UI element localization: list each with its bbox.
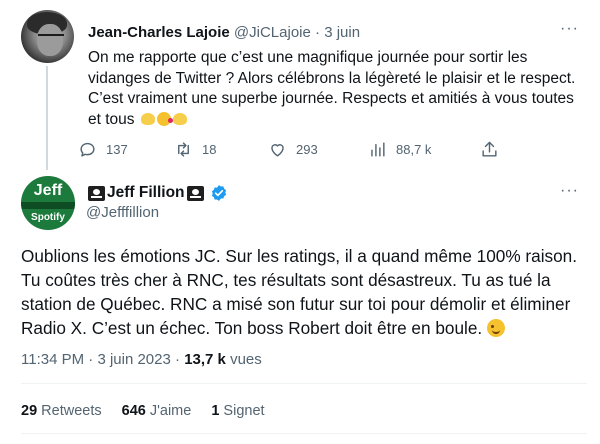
reply-header: Jean-Charles Lajoie @JiCLajoie · 3 juin [88,24,360,42]
like-count: 293 [296,141,318,157]
pirate-flag-icon [88,185,105,201]
author-name[interactable]: Jeff Fillion [107,184,185,202]
share-button[interactable] [480,137,499,161]
tweet-meta: 11:34 PM · 3 juin 2023 · 13,7 k vues [21,351,262,368]
views-count: 88,7 k [396,141,432,157]
bookmarks-stat[interactable]: 1 Signet [211,403,264,419]
tweet-stats: 29 Retweets 646 J'aime 1 Signet [21,403,285,419]
heart-icon [271,143,284,157]
avatar-bottom-text: Spotify [31,212,65,223]
share-icon [482,141,497,157]
like-button[interactable]: 293 [268,137,318,161]
blowing-kiss-emoji-icon [156,111,173,126]
heart-hands-emoji-icon [140,112,155,125]
avatar-top-text: Jeff [33,182,63,199]
main-tweet: Jeff Spotify Jeff Fillion @Jefffillion ·… [0,170,600,444]
divider [21,383,587,384]
tweet-text: Oublions les émotions JC. Sur les rating… [21,244,591,340]
reply-bubble-icon [80,142,95,157]
retweets-label: Retweets [41,403,102,419]
reply-count: 137 [106,141,128,157]
reply-button[interactable]: 137 [78,137,128,161]
likes-stat[interactable]: 646 J'aime [122,403,192,419]
bookmarks-count: 1 [211,403,220,419]
meta-separator: · [175,351,181,368]
reply-date[interactable]: 3 juin [324,24,360,41]
divider [21,433,587,434]
retweet-button[interactable]: 18 [174,137,216,161]
tweet-views-label: vues [230,351,262,368]
avatar-band [21,202,75,209]
tweet-views-count: 13,7 k [184,351,226,368]
analytics-icon [371,141,385,157]
thread-connector-line [46,66,48,170]
avatar-glasses [38,34,64,40]
tweet-date[interactable]: 3 juin 2023 [97,351,170,368]
retweet-icon [178,141,189,157]
reply-tweet[interactable]: Jean-Charles Lajoie @JiCLajoie · 3 juin … [0,0,600,170]
reply-author-handle[interactable]: @JiCLajoie [234,24,311,41]
bookmarks-label: Signet [223,403,265,419]
pirate-flag-icon [186,185,204,201]
retweets-stat[interactable]: 29 Retweets [21,403,102,419]
reply-separator: · [315,24,321,41]
avatar-face [37,24,63,56]
heart-hands-emoji-icon [172,112,187,125]
author-handle[interactable]: @Jefffillion [86,204,159,221]
avatar[interactable]: Jeff Spotify [21,176,75,230]
more-options-icon[interactable]: ··· [560,20,579,38]
reply-author-name[interactable]: Jean-Charles Lajoie [88,24,230,41]
reply-text: On me rapporte que c’est une magnifique … [88,48,588,130]
tweet-time[interactable]: 11:34 PM [21,351,84,368]
likes-label: J'aime [149,403,192,419]
retweets-count: 29 [21,403,38,419]
reply-action-bar: 137 18 293 88,7 k [78,137,518,161]
meta-separator: · [88,351,94,368]
author-name-row[interactable]: Jeff Fillion [86,184,228,202]
verified-badge-icon [211,185,226,201]
views-button[interactable]: 88,7 k [368,137,431,161]
avatar[interactable] [21,10,74,63]
likes-count: 646 [121,403,146,419]
retweet-count: 18 [202,141,217,157]
winking-face-emoji-icon [486,319,505,337]
more-options-icon[interactable]: ··· [560,182,579,200]
